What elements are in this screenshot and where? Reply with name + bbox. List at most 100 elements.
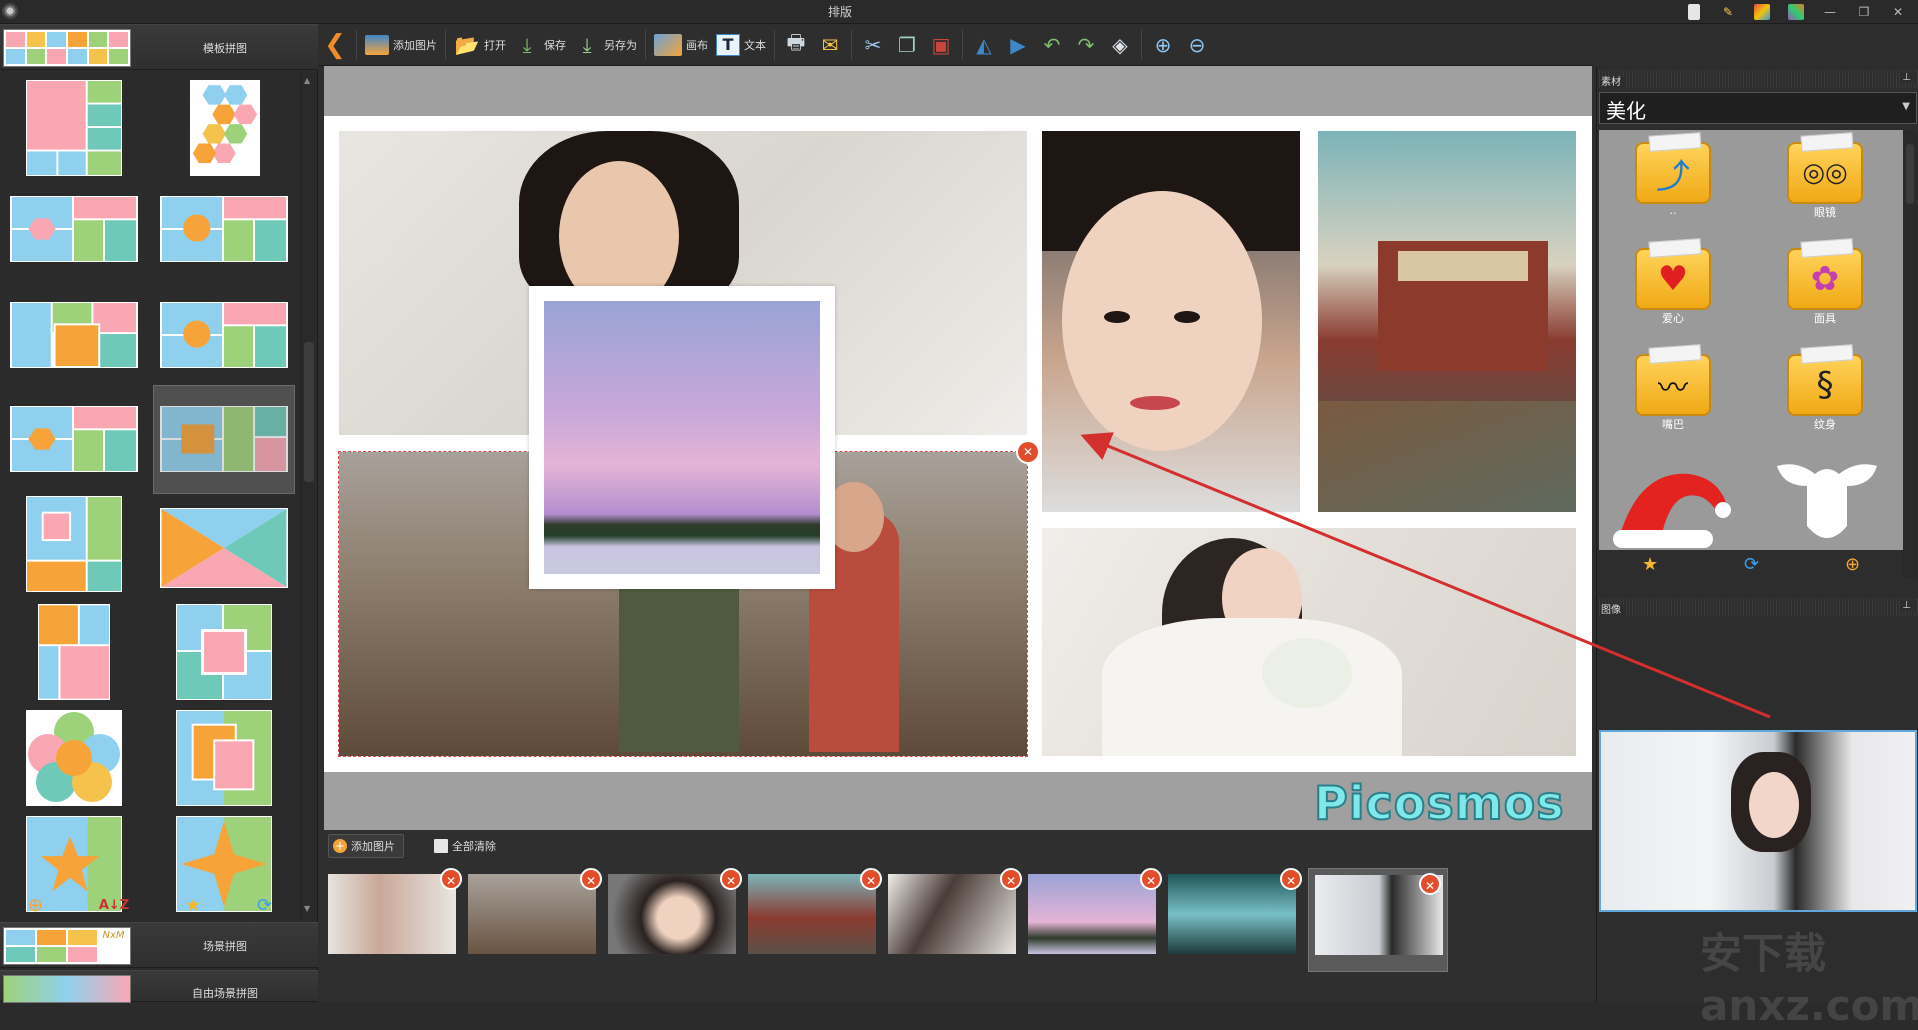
pen-icon[interactable]: ✎ — [1716, 2, 1740, 22]
canvas-button[interactable]: 画布 — [650, 28, 712, 62]
close-button[interactable]: ✕ — [1886, 2, 1910, 22]
thumbnail[interactable]: ✕ — [608, 868, 742, 954]
template-item[interactable] — [10, 406, 138, 472]
template-item-selected[interactable] — [160, 406, 288, 472]
strip-add-image-button[interactable]: + 添加图片 — [328, 834, 404, 858]
thumbnail[interactable]: ✕ — [888, 868, 1022, 954]
restore-button[interactable]: ❐ — [1852, 2, 1876, 22]
add-material-icon[interactable]: ⊕ — [1845, 554, 1860, 575]
template-item[interactable] — [26, 496, 122, 592]
material-item[interactable]: 〰嘴巴 — [1613, 354, 1733, 432]
thumbnail[interactable]: ✕ — [328, 868, 462, 954]
flip-horizontal-button[interactable]: ▶ — [1001, 28, 1035, 62]
scroll-thumb[interactable] — [304, 342, 314, 482]
flip-vertical-button[interactable]: ◭ — [967, 28, 1001, 62]
refresh-material-icon[interactable]: ⟳ — [1744, 554, 1759, 575]
glasses-icon: ◎◎ — [1787, 142, 1863, 204]
material-category-select[interactable]: 美化 ▼ — [1599, 92, 1917, 124]
template-item[interactable] — [176, 604, 272, 700]
add-image-button[interactable]: 添加图片 — [361, 28, 441, 62]
collage-photo-2[interactable] — [1042, 131, 1300, 512]
thumbnail[interactable]: ✕ — [1168, 868, 1302, 954]
palette-icon[interactable] — [1784, 2, 1808, 22]
remove-thumbnail-icon[interactable]: ✕ — [1140, 868, 1162, 890]
collage-photo-3[interactable] — [1318, 131, 1576, 512]
pin-icon[interactable]: ⊥ — [1902, 72, 1915, 83]
collage-photo-5[interactable] — [1042, 528, 1576, 756]
thumbnail[interactable]: ✕ — [468, 868, 602, 954]
template-item[interactable] — [10, 302, 138, 368]
material-item[interactable]: ✿ 面具 — [1765, 248, 1885, 326]
folder-open-icon: 📂 — [454, 32, 480, 57]
refresh-icon[interactable]: ⟳ — [257, 895, 272, 916]
beard-icon[interactable] — [1767, 456, 1887, 550]
layer-button[interactable]: ▣ — [924, 28, 958, 62]
template-scrollbar[interactable]: ▲ ▼ — [300, 72, 316, 920]
material-panel: 素材 ⊥ 美化 ▼ ⤴.. ◎◎ 眼镜 ♥ 爱心 ✿ 面具 〰嘴巴 § 纹身 ★ ⟳ ⊕ 图… — [1596, 66, 1918, 1002]
rotate-left-button[interactable]: ↶ — [1035, 28, 1069, 62]
material-scrollbar[interactable] — [1903, 130, 1917, 578]
back-button[interactable]: ❮ — [318, 28, 352, 62]
template-item[interactable] — [38, 604, 110, 700]
thumbnail-list: ✕ ✕ ✕ ✕ ✕ ✕ ✕ ✕ — [328, 868, 1448, 972]
template-item[interactable] — [160, 302, 288, 368]
zoom-out-button[interactable]: ⊖ — [1180, 28, 1214, 62]
scene-section-header[interactable]: NxM 场景拼图 — [0, 922, 318, 968]
cut-button[interactable]: ✂ — [856, 28, 890, 62]
material-item[interactable]: ◎◎ 眼镜 — [1765, 142, 1885, 220]
template-section-header[interactable]: 模板拼图 — [0, 24, 318, 70]
remove-thumbnail-icon[interactable]: ✕ — [860, 868, 882, 890]
text-button[interactable]: T 文本 — [712, 28, 770, 62]
app-window: 排版 ✎ — ❐ ✕ 模板拼图 ▲ ▼ ⊕ A↓Z ★ ⟳ NxM 场景拼图 自… — [0, 0, 1918, 1030]
save-as-button[interactable]: ⤓ 另存为 — [570, 28, 641, 62]
material-item[interactable]: ♥ 爱心 — [1613, 248, 1733, 326]
template-item[interactable] — [176, 710, 272, 806]
remove-photo-button[interactable]: ✕ — [1018, 442, 1038, 462]
pin-icon[interactable]: ⊥ — [1902, 600, 1915, 611]
eraser-button[interactable]: ◈ — [1103, 28, 1137, 62]
scroll-down-icon[interactable]: ▼ — [304, 904, 310, 913]
template-item[interactable] — [160, 196, 288, 262]
material-item-label: 爱心 — [1662, 312, 1684, 325]
template-item[interactable] — [190, 80, 260, 176]
remove-thumbnail-icon[interactable]: ✕ — [1280, 868, 1302, 890]
picosmos-brand-text: Picosmos — [1313, 775, 1565, 831]
remove-thumbnail-icon[interactable]: ✕ — [580, 868, 602, 890]
email-button[interactable]: ✉ — [813, 28, 847, 62]
copy-button[interactable]: ❐ — [890, 28, 924, 62]
sort-icon[interactable]: A↓Z — [99, 898, 129, 913]
thumbnail-selected[interactable]: ✕ — [1308, 868, 1448, 972]
template-item[interactable] — [26, 710, 122, 806]
favorite-material-icon[interactable]: ★ — [1642, 554, 1658, 575]
image-preview[interactable] — [1599, 730, 1917, 912]
template-item[interactable] — [10, 196, 138, 262]
rotate-right-button[interactable]: ↷ — [1069, 28, 1103, 62]
santa-hat-icon[interactable] — [1609, 460, 1737, 550]
remove-thumbnail-icon[interactable]: ✕ — [720, 868, 742, 890]
remove-thumbnail-icon[interactable]: ✕ — [1000, 868, 1022, 890]
open-button[interactable]: 📂 打开 — [450, 28, 510, 62]
free-scene-section-header[interactable]: 自由场景拼图 — [0, 970, 318, 1003]
minimize-button[interactable]: — — [1818, 2, 1842, 22]
skin-icon[interactable] — [1750, 2, 1774, 22]
zoom-in-button[interactable]: ⊕ — [1146, 28, 1180, 62]
material-item[interactable]: § 纹身 — [1765, 354, 1885, 432]
template-item[interactable] — [160, 508, 288, 588]
add-template-icon[interactable]: ⊕ — [28, 895, 43, 916]
canvas-icon — [654, 33, 682, 56]
print-button[interactable]: 🖶 — [779, 28, 813, 62]
scroll-up-icon[interactable]: ▲ — [304, 76, 310, 85]
thumbnail[interactable]: ✕ — [1028, 868, 1162, 954]
remove-thumbnail-icon[interactable]: ✕ — [440, 868, 462, 890]
material-item[interactable]: ⤴.. — [1613, 142, 1733, 217]
printer-icon: 🖶 — [786, 29, 806, 54]
material-scroll-thumb[interactable] — [1906, 144, 1914, 204]
remove-thumbnail-icon[interactable]: ✕ — [1419, 873, 1441, 895]
save-button[interactable]: ⤓ 保存 — [510, 28, 570, 62]
clear-all-button[interactable]: 全部清除 — [434, 838, 496, 854]
thumbnail[interactable]: ✕ — [748, 868, 882, 954]
document-icon[interactable] — [1682, 2, 1706, 22]
template-item[interactable] — [26, 80, 122, 176]
favorite-icon[interactable]: ★ — [185, 895, 201, 916]
floating-photo-card[interactable] — [529, 286, 835, 589]
